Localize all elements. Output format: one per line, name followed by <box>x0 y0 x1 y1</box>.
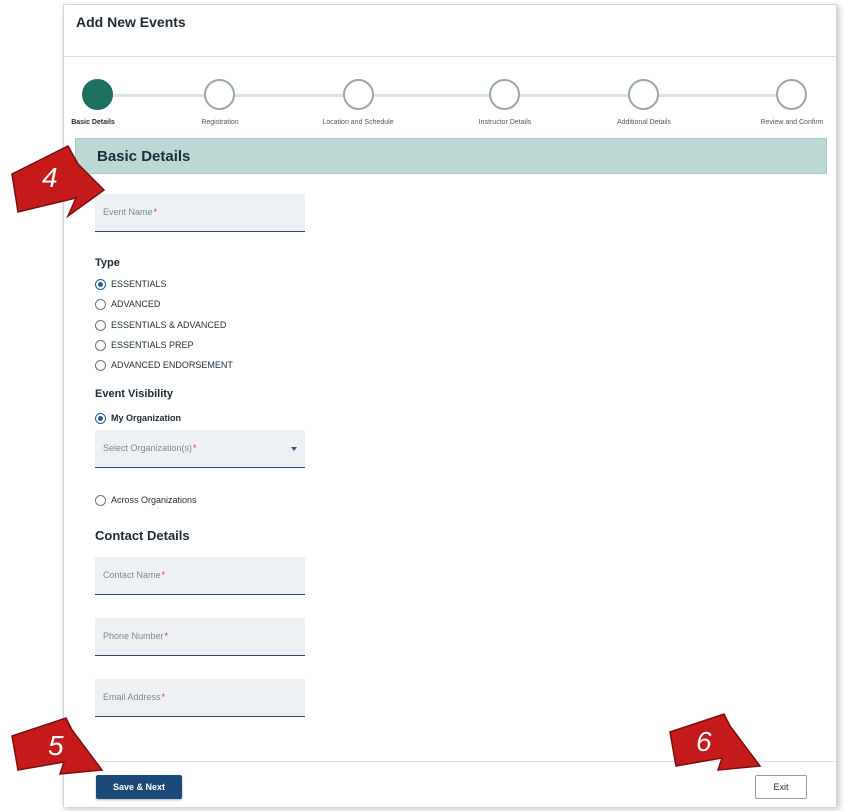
step-label-review: Review and Confirm <box>760 119 824 126</box>
header-divider <box>64 56 836 57</box>
step-label-registration: Registration <box>201 119 239 126</box>
radio-icon[interactable] <box>95 494 106 506</box>
type-option-essentials-prep[interactable]: ESSENTIALS PREP <box>95 338 194 352</box>
type-option-essentials-advanced[interactable]: ESSENTIALS & ADVANCED <box>95 318 226 332</box>
step-label-basic-details: Basic Details <box>71 119 115 126</box>
phone-number-field[interactable]: Phone Number* <box>95 618 305 656</box>
contact-name-placeholder: Contact Name* <box>103 570 166 580</box>
contact-name-field[interactable]: Contact Name* <box>95 557 305 595</box>
email-address-field[interactable]: Email Address* <box>95 679 305 717</box>
visibility-label: Event Visibility <box>95 388 174 400</box>
email-address-placeholder: Email Address* <box>103 692 166 702</box>
radio-checked-icon[interactable] <box>95 412 106 424</box>
step-5-indicator[interactable] <box>628 79 659 110</box>
type-option-advanced[interactable]: ADVANCED <box>95 297 160 311</box>
step-1-indicator[interactable] <box>82 79 113 110</box>
callout-number: 5 <box>48 730 64 761</box>
step-2-indicator[interactable] <box>204 79 235 110</box>
organization-placeholder: Select Organization(s)* <box>103 443 197 453</box>
callout-number: 4 <box>42 162 58 193</box>
visibility-option-my-org[interactable]: My Organization <box>95 411 181 425</box>
step-4-indicator[interactable] <box>489 79 520 110</box>
radio-icon[interactable] <box>95 298 106 310</box>
exit-button[interactable]: Exit <box>755 775 807 799</box>
step-6-indicator[interactable] <box>776 79 807 110</box>
step-3-indicator[interactable] <box>343 79 374 110</box>
contact-details-label: Contact Details <box>95 528 190 543</box>
dropdown-caret-icon[interactable] <box>291 447 297 451</box>
callout-arrow-6: 6 <box>666 708 762 774</box>
step-label-location: Location and Schedule <box>322 119 394 126</box>
event-name-field[interactable]: Event Name* <box>95 194 305 232</box>
arrow-right-icon <box>669 713 762 771</box>
phone-number-placeholder: Phone Number* <box>103 631 169 641</box>
radio-icon[interactable] <box>95 359 106 371</box>
radio-checked-icon[interactable] <box>95 278 106 290</box>
type-option-essentials[interactable]: ESSENTIALS <box>95 277 167 291</box>
type-label: Type <box>95 257 120 269</box>
organization-select[interactable]: Select Organization(s)* <box>95 430 305 468</box>
type-option-advanced-endorsement[interactable]: ADVANCED ENDORSEMENT <box>95 358 233 372</box>
callout-arrow-5: 5 <box>8 712 104 778</box>
step-label-additional: Additional Details <box>616 119 672 126</box>
save-next-button[interactable]: Save & Next <box>96 775 182 799</box>
callout-number: 6 <box>696 726 712 757</box>
step-label-instructor: Instructor Details <box>478 119 532 126</box>
section-header: Basic Details <box>75 138 827 174</box>
section-title: Basic Details <box>97 148 191 165</box>
callout-arrow-4: 4 <box>6 140 106 220</box>
page-title: Add New Events <box>76 14 186 30</box>
visibility-option-across-orgs[interactable]: Across Organizations <box>95 493 197 507</box>
radio-icon[interactable] <box>95 319 106 331</box>
event-name-placeholder: Event Name* <box>103 207 158 217</box>
radio-icon[interactable] <box>95 339 106 351</box>
